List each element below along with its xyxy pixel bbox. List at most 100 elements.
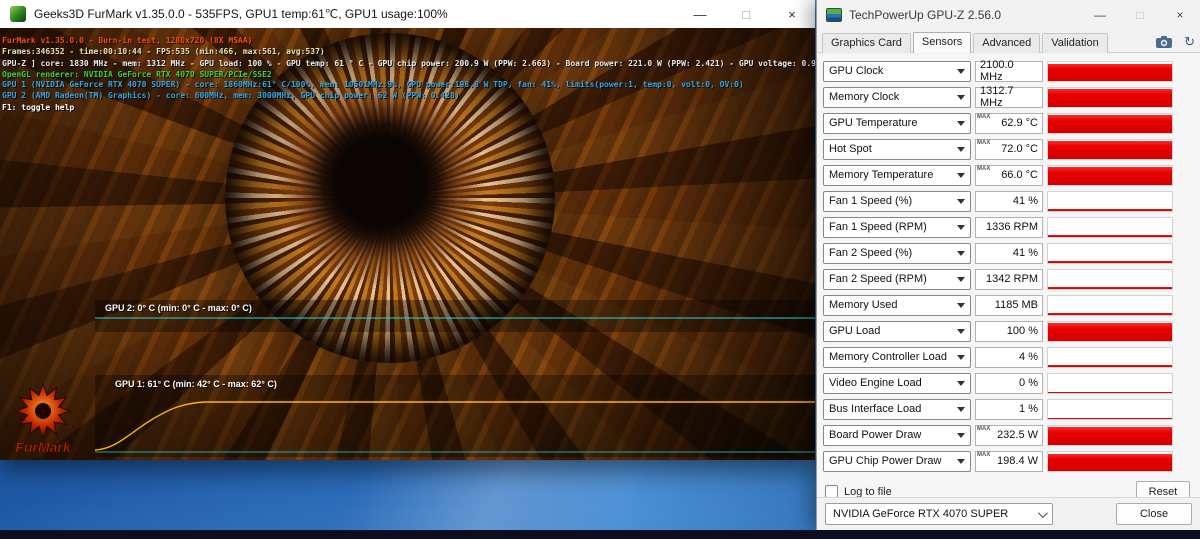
sensor-graph bbox=[1047, 346, 1173, 368]
sensor-selector[interactable]: Fan 2 Speed (RPM) bbox=[823, 268, 971, 290]
sensor-graph bbox=[1047, 268, 1173, 290]
sensor-graph-fill bbox=[1048, 365, 1172, 367]
sensor-selector[interactable]: GPU Load bbox=[823, 320, 971, 342]
furmark-logo-text: FurMark bbox=[15, 439, 71, 455]
gpuz-footer: NVIDIA GeForce RTX 4070 SUPER Close bbox=[817, 497, 1200, 530]
gpuz-window-controls: — □ × bbox=[1080, 0, 1200, 30]
sensor-graph-fill bbox=[1048, 208, 1172, 211]
sensor-value-box: 1342 RPM bbox=[975, 268, 1043, 290]
sensor-graph bbox=[1047, 398, 1173, 420]
sensor-row: Memory Temperature MAX 66.0 °C bbox=[823, 162, 1200, 188]
sensor-selector[interactable]: GPU Temperature bbox=[823, 112, 971, 134]
sensor-value: 72.0 °C bbox=[1001, 143, 1038, 155]
gpuz-titlebar[interactable]: TechPowerUp GPU-Z 2.56.0 — □ × bbox=[817, 0, 1200, 30]
gpu-device-select[interactable]: NVIDIA GeForce RTX 4070 SUPER bbox=[825, 503, 1053, 525]
tab-advanced[interactable]: Advanced bbox=[973, 33, 1041, 53]
sensor-label: Board Power Draw bbox=[829, 429, 922, 441]
gpuz-window-title: TechPowerUp GPU-Z 2.56.0 bbox=[849, 8, 1002, 22]
sensor-value-box: 100 % bbox=[975, 320, 1043, 342]
gpuz-window: TechPowerUp GPU-Z 2.56.0 — □ × Graphics … bbox=[816, 0, 1200, 530]
sensor-graph bbox=[1047, 112, 1173, 134]
sensor-row: Memory Used 1185 MB bbox=[823, 292, 1200, 318]
sensor-value: 1185 MB bbox=[994, 299, 1038, 311]
sensor-label: Bus Interface Load bbox=[829, 403, 922, 415]
sensor-graph bbox=[1047, 60, 1173, 82]
sensor-selector[interactable]: Hot Spot bbox=[823, 138, 971, 160]
tab-graphics-card[interactable]: Graphics Card bbox=[822, 33, 911, 53]
sensor-max-flag: MAX bbox=[977, 139, 991, 146]
sensor-value-box: MAX 62.9 °C bbox=[975, 112, 1043, 134]
sensor-row: Memory Clock 1312.7 MHz bbox=[823, 84, 1200, 110]
sensor-value: 2100.0 MHz bbox=[980, 59, 1014, 83]
sensor-selector[interactable]: Board Power Draw bbox=[823, 424, 971, 446]
sensor-selector[interactable]: Memory Temperature bbox=[823, 164, 971, 186]
sensor-graph-fill bbox=[1048, 141, 1172, 159]
furmark-minimize-button[interactable]: — bbox=[677, 0, 723, 28]
sensor-row: Video Engine Load 0 % bbox=[823, 370, 1200, 396]
sensor-graph-fill bbox=[1048, 63, 1172, 81]
tab-sensors[interactable]: Sensors bbox=[912, 32, 972, 53]
osd-frames-line: Frames:346352 - time:00:10:44 - FPS:535 … bbox=[2, 46, 325, 56]
sensor-graph-fill bbox=[1048, 427, 1172, 445]
sensor-selector[interactable]: GPU Clock bbox=[823, 60, 971, 82]
sensor-row: Fan 2 Speed (RPM) 1342 RPM bbox=[823, 266, 1200, 292]
sensor-graph-fill bbox=[1048, 260, 1172, 263]
sensor-row: Fan 1 Speed (RPM) 1336 RPM bbox=[823, 214, 1200, 240]
sensor-label: GPU Load bbox=[829, 325, 881, 337]
sensor-max-flag: MAX bbox=[977, 425, 991, 432]
gpuz-tab-bar: Graphics Card Sensors Advanced Validatio… bbox=[817, 30, 1200, 53]
sensor-value: 1336 RPM bbox=[986, 221, 1038, 233]
sensor-graph bbox=[1047, 450, 1173, 472]
sensor-list: GPU Clock 2100.0 MHz Memory Clock 1312.7… bbox=[817, 54, 1200, 474]
sensor-selector[interactable]: Memory Clock bbox=[823, 86, 971, 108]
sensor-selector[interactable]: GPU Chip Power Draw bbox=[823, 450, 971, 472]
sensor-value: 66.0 °C bbox=[1001, 169, 1038, 181]
sensor-row: Fan 2 Speed (%) 41 % bbox=[823, 240, 1200, 266]
sensor-selector[interactable]: Memory Controller Load bbox=[823, 346, 971, 368]
sensor-row: Board Power Draw MAX 232.5 W bbox=[823, 422, 1200, 448]
sensor-selector[interactable]: Fan 1 Speed (RPM) bbox=[823, 216, 971, 238]
sensor-row: GPU Load 100 % bbox=[823, 318, 1200, 344]
chevron-down-icon bbox=[957, 406, 965, 412]
sensor-value: 41 % bbox=[1012, 247, 1038, 259]
screen: Geeks3D FurMark v1.35.0.0 - 535FPS, GPU1… bbox=[0, 0, 1200, 539]
chevron-down-icon bbox=[957, 120, 965, 126]
sensor-graph-fill bbox=[1048, 286, 1172, 289]
sensor-value: 0 % bbox=[1019, 377, 1038, 389]
tab-validation[interactable]: Validation bbox=[1042, 33, 1108, 53]
sensor-selector[interactable]: Fan 2 Speed (%) bbox=[823, 242, 971, 264]
gpuz-close-button[interactable]: × bbox=[1160, 0, 1200, 30]
sensor-row: GPU Temperature MAX 62.9 °C bbox=[823, 110, 1200, 136]
sensor-value: 41 % bbox=[1012, 195, 1038, 207]
gpuz-app-icon bbox=[826, 8, 842, 22]
log-to-file-label: Log to file bbox=[844, 485, 892, 498]
furmark-titlebar[interactable]: Geeks3D FurMark v1.35.0.0 - 535FPS, GPU1… bbox=[0, 0, 815, 28]
sensor-max-flag: MAX bbox=[977, 113, 991, 120]
sensor-graph bbox=[1047, 86, 1173, 108]
sensor-value: 4 % bbox=[1019, 351, 1038, 363]
sensor-label: Video Engine Load bbox=[829, 377, 922, 389]
furmark-window-title: Geeks3D FurMark v1.35.0.0 - 535FPS, GPU1… bbox=[34, 7, 448, 21]
sensor-value-box: 0 % bbox=[975, 372, 1043, 394]
furmark-maximize-button[interactable]: □ bbox=[723, 0, 769, 28]
sensor-selector[interactable]: Video Engine Load bbox=[823, 372, 971, 394]
chevron-down-icon bbox=[957, 94, 965, 100]
sensor-value: 198.4 W bbox=[997, 455, 1038, 467]
refresh-icon[interactable]: ↻ bbox=[1184, 35, 1195, 48]
camera-icon[interactable] bbox=[1156, 35, 1173, 48]
furmark-window: Geeks3D FurMark v1.35.0.0 - 535FPS, GPU1… bbox=[0, 0, 815, 460]
gpuz-sensors-panel: GPU Clock 2100.0 MHz Memory Clock 1312.7… bbox=[817, 54, 1200, 530]
sensor-max-flag: MAX bbox=[977, 451, 991, 458]
sensor-selector[interactable]: Fan 1 Speed (%) bbox=[823, 190, 971, 212]
furmark-logo: FurMark bbox=[14, 382, 72, 455]
close-button[interactable]: Close bbox=[1116, 503, 1192, 525]
sensor-value: 1312.7 MHz bbox=[980, 85, 1014, 109]
sensor-value: 232.5 W bbox=[997, 429, 1038, 441]
sensor-selector[interactable]: Memory Used bbox=[823, 294, 971, 316]
furmark-close-button[interactable]: × bbox=[769, 0, 815, 28]
sensor-row: GPU Chip Power Draw MAX 198.4 W bbox=[823, 448, 1200, 474]
gpuz-minimize-button[interactable]: — bbox=[1080, 0, 1120, 30]
sensor-selector[interactable]: Bus Interface Load bbox=[823, 398, 971, 420]
sensor-graph-fill bbox=[1048, 234, 1172, 237]
furmark-app-icon bbox=[10, 6, 26, 22]
